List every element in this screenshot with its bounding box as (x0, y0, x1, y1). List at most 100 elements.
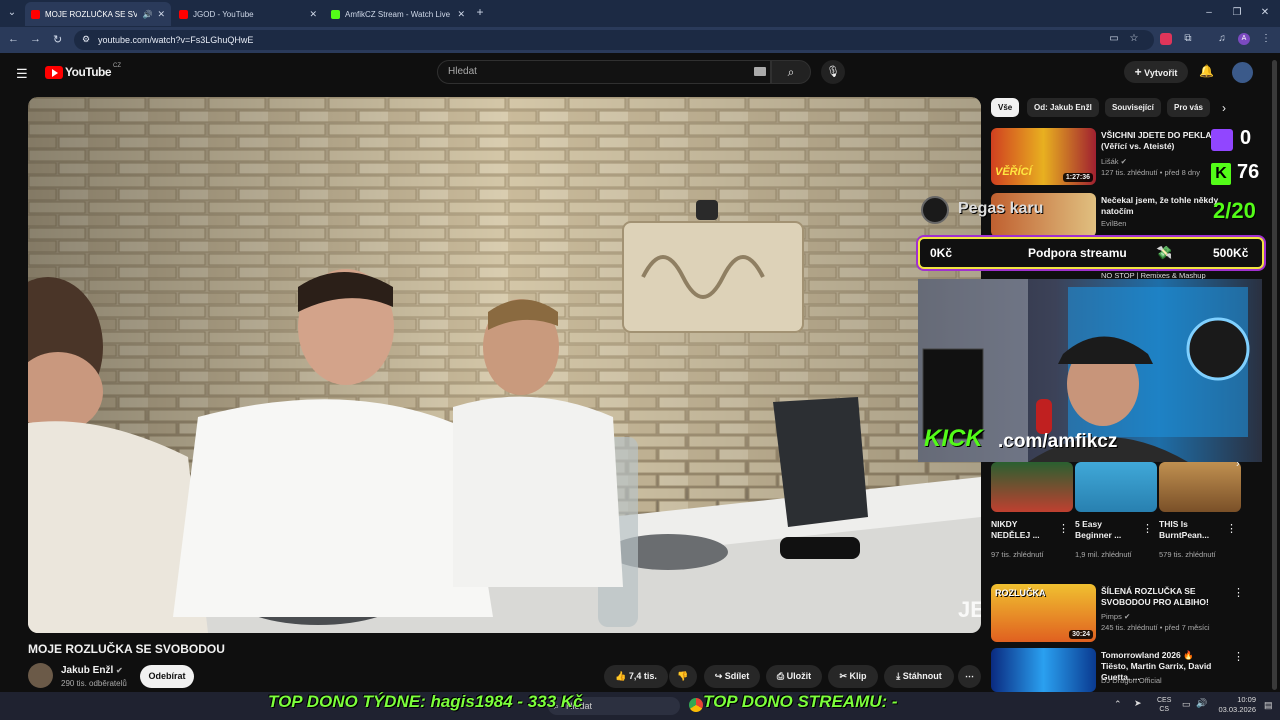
chip-for-you[interactable]: Pro vás (1167, 98, 1210, 117)
rec-thumbnail[interactable]: ROZLUČKA 30:24 (991, 584, 1096, 642)
chrome-taskbar-icon[interactable] (689, 698, 703, 712)
reload-icon[interactable]: ↻ (53, 33, 62, 46)
maximize-icon[interactable]: ❐ (1231, 7, 1243, 19)
short-thumbnail[interactable] (1075, 462, 1157, 512)
save-button[interactable]: ⎙ Uložit (766, 665, 822, 688)
keyboard-icon[interactable] (754, 67, 766, 76)
short-title[interactable]: 5 Easy Beginner ... (1075, 519, 1137, 541)
more-vert-icon[interactable]: ⋮ (1142, 522, 1153, 535)
verified-icon: ✔ (116, 666, 123, 675)
more-vert-icon[interactable]: ⋮ (1233, 586, 1244, 599)
url-text: youtube.com/watch?v=Fs3LGhuQHwE (98, 35, 254, 45)
menu-icon[interactable]: ☰ (16, 66, 28, 82)
clock[interactable]: 10:09 03.03.2026 (1216, 695, 1256, 715)
site-info-icon[interactable]: ⚙ (82, 34, 90, 45)
tab-jgod[interactable]: JGOD - YouTube ✕ (173, 2, 323, 26)
rec-title[interactable]: VŠICHNI JDETE DO PEKLA! (Věřící vs. Atei… (1101, 130, 1221, 152)
short-title[interactable]: THIS Is BurntPean... (1159, 519, 1221, 541)
new-tab-button[interactable]: + (474, 6, 486, 18)
extensions-puzzle-icon[interactable]: ⧉ (1182, 33, 1194, 45)
download-button[interactable]: ⤓ Stáhnout (884, 665, 954, 688)
video-frame: JE (28, 97, 981, 633)
search-button[interactable]: ⌕ (771, 60, 811, 84)
rec-title[interactable]: ŠÍLENÁ ROZLUČKA SE SVOBODOU PRO ALBIHO! (1101, 586, 1223, 608)
rec-title[interactable]: Nečekal jsem, že tohle někdy natočím (1101, 195, 1221, 217)
short-title[interactable]: NIKDY NEDĚLEJ ... (991, 519, 1053, 541)
minimize-icon[interactable]: – (1203, 7, 1215, 19)
youtube-logo[interactable]: YouTube CZ (45, 63, 121, 79)
close-tab-icon[interactable]: ✕ (157, 9, 165, 20)
more-vert-icon[interactable]: ⋮ (1058, 522, 1069, 535)
tab-list-icon[interactable]: ⌄ (6, 7, 18, 19)
share-button[interactable]: ↪ Sdílet (704, 665, 760, 688)
subscribe-button[interactable]: Odebírat (140, 665, 194, 688)
notification-icon[interactable]: ▤ (1264, 700, 1273, 711)
close-tab-icon[interactable]: ✕ (309, 9, 317, 20)
more-vert-icon[interactable]: ⋮ (1226, 522, 1237, 535)
verified-icon: ✔ (1123, 612, 1131, 621)
pegas-text: Pegas karu (958, 200, 1044, 217)
rec-thumbnail[interactable] (991, 648, 1096, 692)
notifications-bell-icon[interactable]: 🔔 (1199, 64, 1214, 78)
clip-button[interactable]: ✂ Klip (828, 665, 878, 688)
short-thumbnail[interactable] (991, 462, 1073, 512)
language-indicator[interactable]: CES CS (1157, 696, 1171, 714)
top-donor-week: TOP DONO TÝDNE: hagis1984 - 333 Kč (268, 692, 583, 711)
close-tab-icon[interactable]: ✕ (457, 9, 465, 20)
speaker-icon[interactable]: 🔊 (142, 10, 152, 19)
tray-send-icon[interactable]: ➤ (1134, 698, 1142, 709)
rec-channel[interactable]: Pimps ✔ (1101, 611, 1130, 622)
search-input[interactable]: Hledat (437, 60, 771, 84)
clock-time: 10:09 (1237, 695, 1256, 704)
short-views: 1,9 mil. zhlédnutí (1075, 550, 1132, 559)
rec-channel-text: Lišák (1101, 157, 1119, 166)
address-bar[interactable]: ⚙ youtube.com/watch?v=Fs3LGhuQHwE (74, 30, 1154, 50)
lang-bottom: CS (1159, 706, 1170, 713)
network-icon[interactable]: ▭ (1182, 699, 1191, 710)
more-actions-button[interactable]: ⋯ (958, 665, 981, 688)
more-vert-icon[interactable]: ⋮ (1233, 650, 1244, 663)
support-stream-bar: 0Kč Podpora streamu 💸 500Kč (918, 237, 1264, 269)
extension-icon[interactable] (1160, 33, 1172, 45)
tab-video[interactable]: MOJE ROZLUČKA SE SVOBO 🔊 ✕ (25, 2, 171, 26)
page-scrollbar[interactable] (1272, 60, 1277, 690)
support-min: 0Kč (930, 246, 953, 260)
youtube-favicon-icon (31, 9, 40, 19)
tab-title: AmfikCZ Stream - Watch Live o (345, 9, 453, 19)
rec-channel[interactable]: EvilBen (1101, 218, 1126, 229)
cast-icon[interactable]: ▭ (1108, 33, 1120, 45)
rec-channel[interactable]: Lišák ✔ (1101, 156, 1127, 167)
thumbs-up-icon: 👍 (615, 671, 627, 681)
twitch-counter: 0 (1240, 127, 1252, 149)
chip-all[interactable]: Vše (991, 98, 1020, 117)
short-thumbnail[interactable] (1159, 462, 1241, 512)
media-control-icon[interactable]: ♫ (1216, 33, 1228, 45)
tab-kick[interactable]: AmfikCZ Stream - Watch Live o ✕ (325, 2, 471, 26)
back-icon[interactable]: ← (8, 33, 19, 45)
video-player[interactable]: JE (28, 97, 981, 633)
tab-title: MOJE ROZLUČKA SE SVOBO (45, 9, 138, 19)
create-button[interactable]: + Vytvořit (1124, 61, 1188, 83)
forward-icon[interactable]: → (30, 33, 41, 45)
chip-related[interactable]: Související (1105, 98, 1161, 117)
download-icon: ⤓ (896, 671, 901, 681)
channel-name-text: Jakub Enžl (61, 665, 114, 676)
volume-icon[interactable]: 🔊 (1196, 698, 1207, 709)
rec-channel[interactable]: DJ Dragon Official (1101, 675, 1162, 686)
close-window-icon[interactable]: ✕ (1259, 7, 1271, 19)
tray-expand-icon[interactable]: ⌃ (1114, 699, 1122, 710)
voice-search-button[interactable]: 🎙 (821, 60, 845, 84)
chevron-right-icon[interactable]: › (1222, 101, 1226, 115)
browser-menu-icon[interactable]: ⋮ (1260, 33, 1272, 45)
like-button[interactable]: 👍 7,4 tis. (604, 665, 668, 688)
dislike-button[interactable]: 👎 (669, 665, 697, 688)
account-avatar[interactable] (1232, 62, 1253, 83)
more-icon: ⋯ (965, 671, 974, 681)
chip-from-channel[interactable]: Od: Jakub Enžl (1027, 98, 1099, 117)
bookmark-star-icon[interactable]: ☆ (1128, 33, 1140, 45)
channel-avatar[interactable] (28, 663, 53, 688)
profile-avatar[interactable]: A (1238, 33, 1250, 45)
youtube-play-icon (45, 65, 63, 79)
channel-name[interactable]: Jakub Enžl ✔ (61, 665, 123, 676)
rec-thumbnail[interactable]: VĚŘÍCÍ 1:27:36 (991, 128, 1096, 185)
